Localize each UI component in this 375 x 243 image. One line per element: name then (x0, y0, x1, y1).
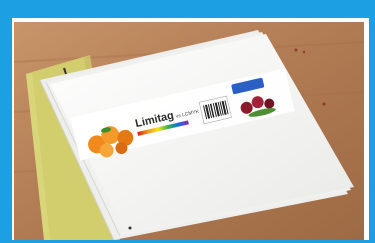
photo-scene: Limitag vs LCMYK (14, 22, 364, 240)
product-photo: Limitag vs LCMYK (14, 22, 364, 240)
image-frame: Limitag vs LCMYK (0, 0, 375, 243)
